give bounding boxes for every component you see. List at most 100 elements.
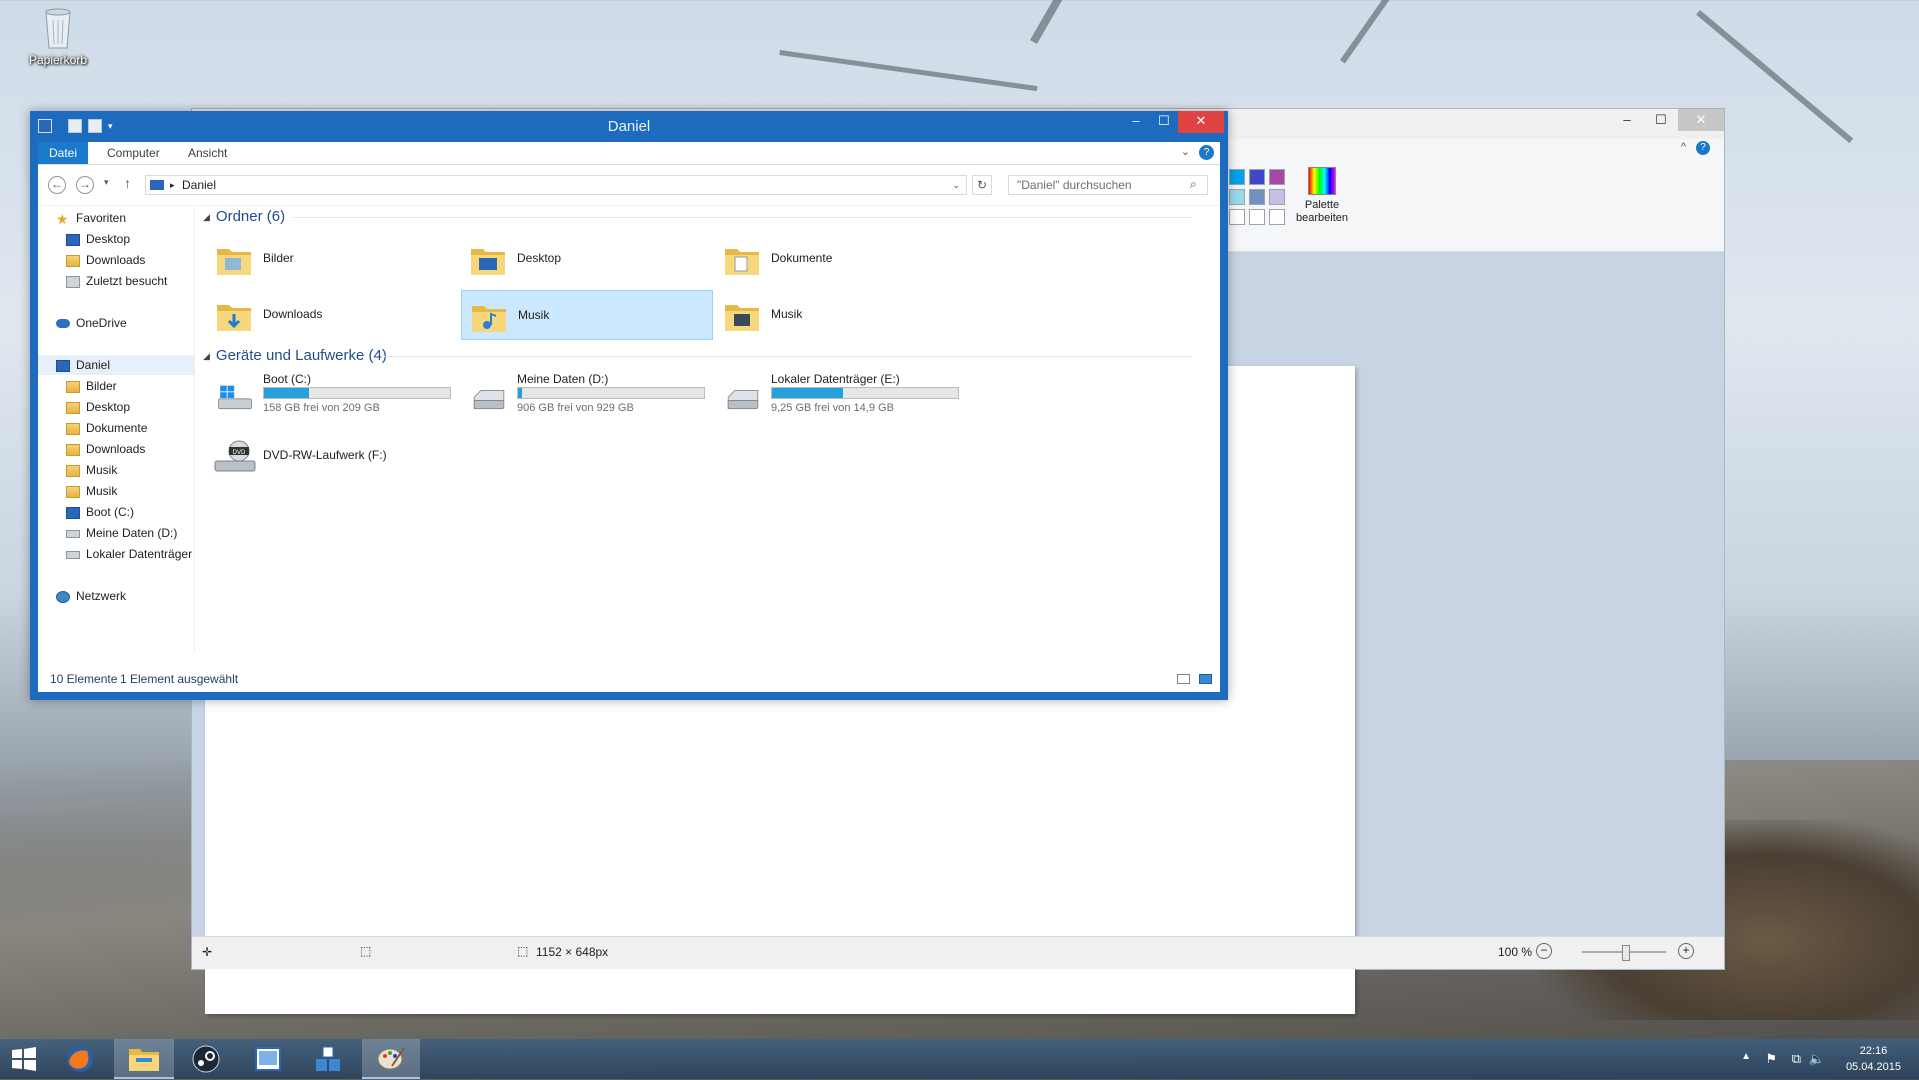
taskbar-app-blocks[interactable]	[300, 1039, 356, 1079]
nav-pc-lokaler[interactable]: Lokaler Datenträger	[66, 544, 192, 564]
tray-expand-icon[interactable]: ▲	[1741, 1051, 1751, 1062]
nav-fav-recent[interactable]: Zuletzt besucht	[66, 271, 167, 291]
address-dropdown-icon[interactable]: ⌄	[952, 176, 960, 194]
maximize-button[interactable]: ☐	[1150, 111, 1178, 133]
ribbon-tabs: Datei Computer Ansicht ⌄ ?	[38, 142, 1220, 165]
details-view-icon[interactable]	[1177, 674, 1190, 684]
drive-usage-bar	[771, 387, 959, 399]
color-swatch[interactable]	[1249, 189, 1265, 205]
nav-pc-bilder[interactable]: Bilder	[66, 376, 117, 396]
nav-pc-boot[interactable]: Boot (C:)	[66, 502, 134, 522]
drive-free-space: 906 GB frei von 929 GB	[517, 402, 634, 414]
group-header-folders[interactable]: ◢ Ordner (6)	[203, 206, 1203, 228]
drive-tile-d[interactable]: Meine Daten (D:) 906 GB frei von 929 GB	[461, 372, 713, 424]
nav-pc-dokumente[interactable]: Dokumente	[66, 418, 147, 438]
edit-palette-button[interactable]: Palette bearbeiten	[1290, 167, 1354, 225]
large-icons-view-icon[interactable]	[1199, 674, 1212, 684]
desktop-icon	[66, 233, 80, 246]
refresh-button[interactable]: ↻	[972, 175, 992, 195]
taskbar-steam[interactable]	[178, 1039, 234, 1079]
nav-network[interactable]: Netzwerk	[56, 586, 126, 606]
drive-tile-f[interactable]: DVD DVD-RW-Laufwerk (F:)	[207, 434, 459, 486]
nav-pc-desktop[interactable]: Desktop	[66, 397, 130, 417]
tab-datei[interactable]: Datei	[38, 142, 88, 164]
minimize-button[interactable]: –	[1122, 111, 1150, 133]
clock[interactable]: 22:16 05.04.2015	[1846, 1043, 1901, 1075]
paint-help-icon[interactable]: ?	[1696, 141, 1710, 155]
downloads-folder-icon	[66, 254, 80, 267]
paint-maximize-button[interactable]: ☐	[1644, 109, 1678, 131]
breadcrumb-separator-icon: ▸	[170, 180, 175, 190]
videos-folder-icon	[725, 305, 759, 331]
nav-pc-musik-2[interactable]: Musik	[66, 481, 117, 501]
folder-tile-musik-2[interactable]: Musik	[715, 290, 967, 340]
breadcrumb-daniel[interactable]: Daniel	[182, 178, 216, 192]
documents-folder-icon	[66, 422, 80, 435]
nav-pc-downloads[interactable]: Downloads	[66, 439, 145, 459]
folder-tile-bilder[interactable]: Bilder	[207, 234, 459, 284]
nav-fav-downloads[interactable]: Downloads	[66, 250, 145, 270]
nav-favorites[interactable]: ★ Favoriten	[56, 208, 126, 228]
paint-minimize-button[interactable]: –	[1610, 109, 1644, 131]
up-button[interactable]: ↑	[124, 175, 131, 191]
folder-tile-musik[interactable]: Musik	[461, 290, 713, 340]
drive-usage-fill	[772, 388, 843, 398]
color-swatch[interactable]	[1249, 169, 1265, 185]
color-swatch[interactable]	[1249, 209, 1265, 225]
nav-this-pc[interactable]: Daniel	[38, 355, 194, 375]
recent-locations-icon[interactable]: ▾	[104, 177, 109, 188]
search-input[interactable]: "Daniel" durchsuchen	[1008, 175, 1208, 195]
zoom-in-icon[interactable]: +	[1678, 943, 1694, 959]
zoom-slider-thumb[interactable]	[1622, 945, 1630, 961]
volume-icon[interactable]: 🔈	[1809, 1051, 1825, 1067]
folder-tile-desktop[interactable]: Desktop	[461, 234, 713, 284]
color-swatch[interactable]	[1229, 169, 1245, 185]
recycle-bin[interactable]: Papierkorb	[22, 6, 94, 67]
folder-tile-downloads[interactable]: Downloads	[207, 290, 459, 340]
nav-onedrive[interactable]: OneDrive	[56, 313, 127, 333]
drive-tile-e[interactable]: Lokaler Datenträger (E:) 9,25 GB frei vo…	[715, 372, 967, 424]
color-swatch[interactable]	[1229, 189, 1245, 205]
ribbon-expand-icon[interactable]: ⌄	[1181, 145, 1190, 158]
address-bar[interactable]: ▸ Daniel ⌄	[145, 175, 967, 195]
paint-statusbar: ✛ ⬚ ⬚ 1152 × 648px 100 % − +	[192, 936, 1724, 969]
paint-close-button[interactable]: ✕	[1678, 109, 1724, 131]
group-header-devices[interactable]: ◢ Geräte und Laufwerke (4)	[203, 345, 1203, 367]
zoom-out-icon[interactable]: −	[1536, 943, 1552, 959]
svg-text:DVD: DVD	[233, 450, 246, 456]
color-swatch[interactable]	[1269, 169, 1285, 185]
taskbar-paint[interactable]	[362, 1039, 420, 1079]
wallpaper-wire	[1340, 0, 1437, 64]
recycle-bin-icon	[45, 8, 71, 49]
search-icon[interactable]: ⌕	[1190, 177, 1197, 192]
network-tray-icon[interactable]: ⧉	[1792, 1051, 1801, 1067]
start-button[interactable]	[0, 1039, 48, 1079]
drive-tile-c[interactable]: Boot (C:) 158 GB frei von 209 GB	[207, 372, 459, 424]
color-swatch[interactable]	[1269, 209, 1285, 225]
nav-favorites-label: Favoriten	[76, 211, 127, 225]
nav-pc-musik-label: Musik	[86, 463, 118, 477]
close-button[interactable]: ✕	[1178, 111, 1224, 133]
taskbar-app-window[interactable]	[240, 1039, 296, 1079]
back-button[interactable]: ←	[48, 176, 66, 194]
color-swatch[interactable]	[1229, 209, 1245, 225]
forward-button[interactable]: →	[76, 176, 94, 194]
nav-fav-desktop[interactable]: Desktop	[66, 229, 130, 249]
help-icon[interactable]: ?	[1199, 145, 1214, 160]
desktop-folder-icon	[471, 249, 505, 275]
nav-pc-meine-daten[interactable]: Meine Daten (D:)	[66, 523, 177, 543]
folder-tile-dokumente[interactable]: Dokumente	[715, 234, 967, 284]
tab-computer[interactable]: Computer	[97, 142, 170, 164]
tab-ansicht[interactable]: Ansicht	[178, 142, 237, 164]
recent-places-icon	[66, 275, 80, 288]
taskbar-firefox[interactable]	[52, 1039, 108, 1079]
paint-ribbon-collapse-icon[interactable]: ^	[1681, 141, 1686, 153]
zoom-slider[interactable]	[1582, 945, 1666, 961]
action-center-flag-icon[interactable]: ⚑	[1765, 1051, 1777, 1067]
color-swatch[interactable]	[1269, 189, 1285, 205]
explorer-titlebar[interactable]: ▾ Daniel – ☐ ✕	[30, 111, 1228, 142]
videos-folder-icon	[66, 485, 80, 498]
taskbar-explorer[interactable]	[114, 1039, 174, 1079]
nav-pc-musik[interactable]: Musik	[66, 460, 117, 480]
wallpaper-wire	[779, 50, 1038, 92]
